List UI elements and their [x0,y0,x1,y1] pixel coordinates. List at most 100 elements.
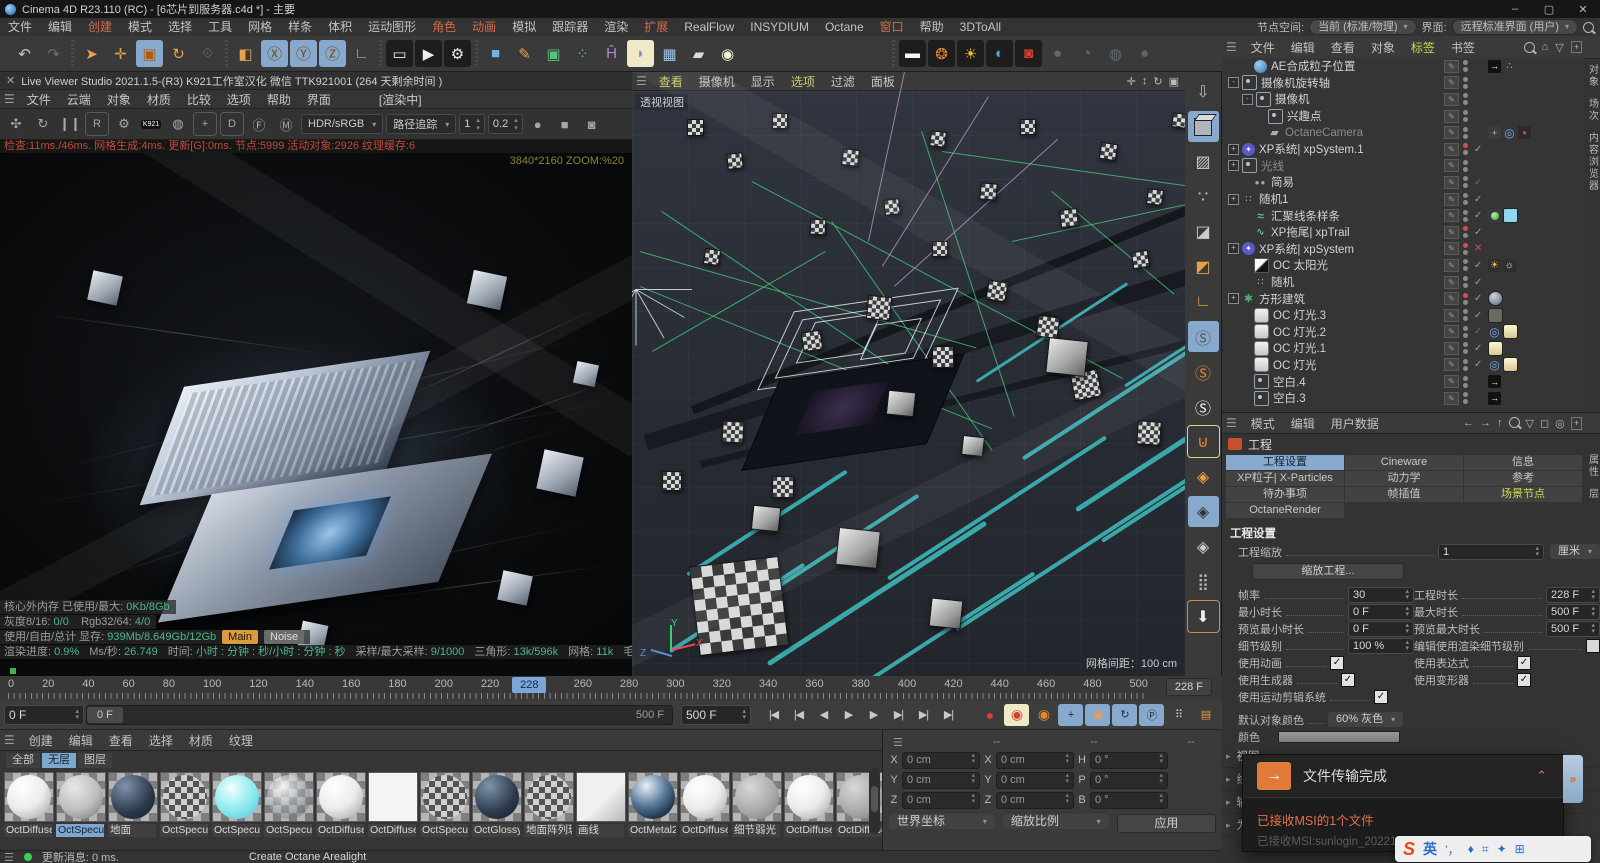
material-item[interactable]: OctDiffuse [784,772,834,842]
am-menu-用户数据[interactable]: 用户数据 [1323,415,1387,432]
material-thumbnail[interactable] [784,772,834,822]
panel-grip-icon[interactable]: ☰ [4,851,14,863]
menu-模拟[interactable]: 模拟 [504,18,544,36]
coord-input-Y[interactable]: 0 cm ▴ ▾ [996,771,1074,789]
visibility-dots[interactable] [1463,110,1468,123]
gamma-stepper[interactable]: 0.2 ▴ ▾ [487,114,523,134]
material-thumbnail[interactable] [628,772,678,822]
lv-focus-icon[interactable]: ✣ [4,112,28,136]
filter-icon[interactable]: ▽ [1526,417,1534,430]
tree-row-简易[interactable]: ●● 简易 ✎ ✓ [1222,174,1584,191]
coord-input-Y[interactable]: 0 cm ▴ ▾ [902,771,980,789]
visibility-dots[interactable] [1463,259,1468,272]
render-settings-icon[interactable]: ⚙ [444,40,471,67]
default-color-select[interactable]: 60% 灰色 ▾ [1328,712,1404,727]
skin-icon[interactable]: ✦ [1497,842,1507,856]
om-side-tab-对象[interactable]: 对象 [1585,64,1600,88]
lv-extra3-icon[interactable]: ◙ [580,112,604,136]
live-selection-icon[interactable]: ➤ [78,40,105,67]
lv-extra2-icon[interactable]: ■ [553,112,577,136]
mat-menu-纹理[interactable]: 纹理 [221,732,261,749]
key-parameter-icon[interactable]: Ⓟ [1139,703,1164,726]
enabled-icon[interactable]: ✓ [1474,277,1482,288]
last-tool-icon[interactable]: ⟐ [194,40,221,67]
render-image[interactable]: 3840*2160 ZOOM:%20 核心外内存 已使用/最大: 0Kb/8Gb… [0,153,632,659]
node-space-select[interactable]: 当前 (标准/物理) ▾ [1309,19,1417,35]
visibility-dots[interactable] [1463,392,1468,405]
om-menu-编辑[interactable]: 编辑 [1283,39,1323,56]
lv-menu-帮助[interactable]: 帮助 [259,91,299,108]
target-tag[interactable]: + [1488,126,1501,140]
mat-tab-图层[interactable]: 图层 [78,753,112,768]
layer-edit-icon[interactable]: ✎ [1444,76,1459,90]
tree-row-OC 太阳光[interactable]: OC 太阳光 ✎ ✓ ☀ ☼ [1222,257,1584,274]
material-scrollbar[interactable] [869,768,880,834]
material-thumbnail[interactable] [160,772,210,822]
layer-edit-icon[interactable]: ✎ [1444,209,1459,223]
record-position-icon[interactable]: ● [977,704,1002,726]
undo-icon[interactable]: ↶ [11,40,38,67]
magnet-icon[interactable]: ⊍ [1186,425,1220,458]
color-swatch[interactable] [1278,730,1400,743]
layer-edit-icon[interactable]: ✎ [1444,126,1459,140]
layer-edit-icon[interactable]: ✎ [1444,225,1459,239]
menu-渲染[interactable]: 渲染 [596,18,636,36]
enabled-icon[interactable]: ✓ [1474,210,1482,221]
blue-texture-tag[interactable] [1503,208,1518,224]
rotate-view-icon[interactable]: ↻ [1153,75,1162,88]
coord-input-B[interactable]: 0 ° ▴ ▾ [1090,791,1168,809]
colorspace-select[interactable]: HDR/sRGB ▾ [301,114,384,134]
search-icon[interactable] [1508,416,1520,428]
edge-mode-icon[interactable]: ◪ [1188,216,1219,247]
enabled-icon[interactable]: ✓ [1474,343,1482,354]
key-rotation-icon[interactable]: ↻ [1112,703,1137,726]
coord-system-select[interactable]: 世界坐标 ▾ [889,814,995,829]
lv-focus-pick-icon[interactable]: Ⓕ [247,112,271,136]
key-scale-icon[interactable]: ▣ [1085,703,1110,726]
material-item[interactable]: OctGlossy [472,772,522,842]
prev-frame-button[interactable]: ◀ [811,704,836,726]
panel-grip-icon[interactable]: ☰ [0,92,19,106]
expand-toggle-icon[interactable]: + [1228,143,1239,155]
octane-target-tag[interactable]: ◎ [1488,358,1501,372]
end-frame-input[interactable]: 500 F ▴ ▾ [681,704,751,725]
collapse-notification-icon[interactable]: ⌃ [1536,768,1547,784]
menu-INSYDIUM[interactable]: INSYDIUM [742,18,817,36]
coordinates-icon[interactable]: ◧ [232,40,259,67]
filter-icon[interactable]: ▽ [1555,41,1563,54]
material-thumbnail[interactable] [732,772,782,822]
om-menu-查看[interactable]: 查看 [1323,39,1363,56]
am-tab-参考[interactable]: 参考 [1464,471,1582,486]
om-side-tab-场次[interactable]: 场次 [1585,98,1600,122]
tree-row-兴趣点[interactable]: 兴趣点 ✎ [1222,108,1584,125]
layer-edit-icon[interactable]: ✎ [1444,59,1459,73]
timeline-playhead[interactable]: 228 [512,677,547,693]
material-item[interactable]: OctSpecula [264,772,314,842]
material-item[interactable]: OctDiffuse [368,772,418,842]
close-icon[interactable]: ✕ [1566,0,1600,18]
coord-input-P[interactable]: 0 ° ▴ ▾ [1090,771,1168,789]
vp-menu-查看[interactable]: 查看 [651,73,691,90]
octane-camera-icon[interactable]: ◙ [1015,40,1042,67]
ime-punctuation-toggle[interactable]: ’， [1445,841,1460,858]
octane-specular-material-icon[interactable]: ◍ [1102,40,1129,67]
octane-texture-environment-icon[interactable]: ◐ [986,40,1013,67]
ime-toolbar[interactable]: S 英 ’， ♦ ⌗ ✦ ⊞ [1395,836,1591,862]
scale-mode-select[interactable]: 缩放比例 ▾ [1002,814,1109,829]
material-item[interactable]: OctSpecula [160,772,210,842]
scale-icon[interactable]: ▣ [136,40,163,67]
tree-row-OctaneCamera[interactable]: ▰ OctaneCamera ✎ + ◎ ● [1222,124,1584,141]
menu-扩展[interactable]: 扩展 [636,18,676,36]
minimize-icon[interactable]: – [1498,0,1532,18]
expand-toggle-icon[interactable]: - [1242,93,1253,105]
visibility-dots[interactable] [1463,159,1468,172]
layer-edit-icon[interactable]: ✎ [1444,109,1459,123]
home-icon[interactable]: ⌂ [1542,41,1549,53]
visibility-dots[interactable] [1463,375,1468,388]
light-warm-tag[interactable] [1503,357,1518,373]
microphone-icon[interactable]: ♦ [1468,842,1474,856]
am-tab-信息[interactable]: 信息 [1464,455,1582,470]
add-icon[interactable]: + [1570,416,1582,430]
layer-edit-icon[interactable]: ✎ [1444,292,1459,306]
layer-edit-icon[interactable]: ✎ [1444,258,1459,272]
